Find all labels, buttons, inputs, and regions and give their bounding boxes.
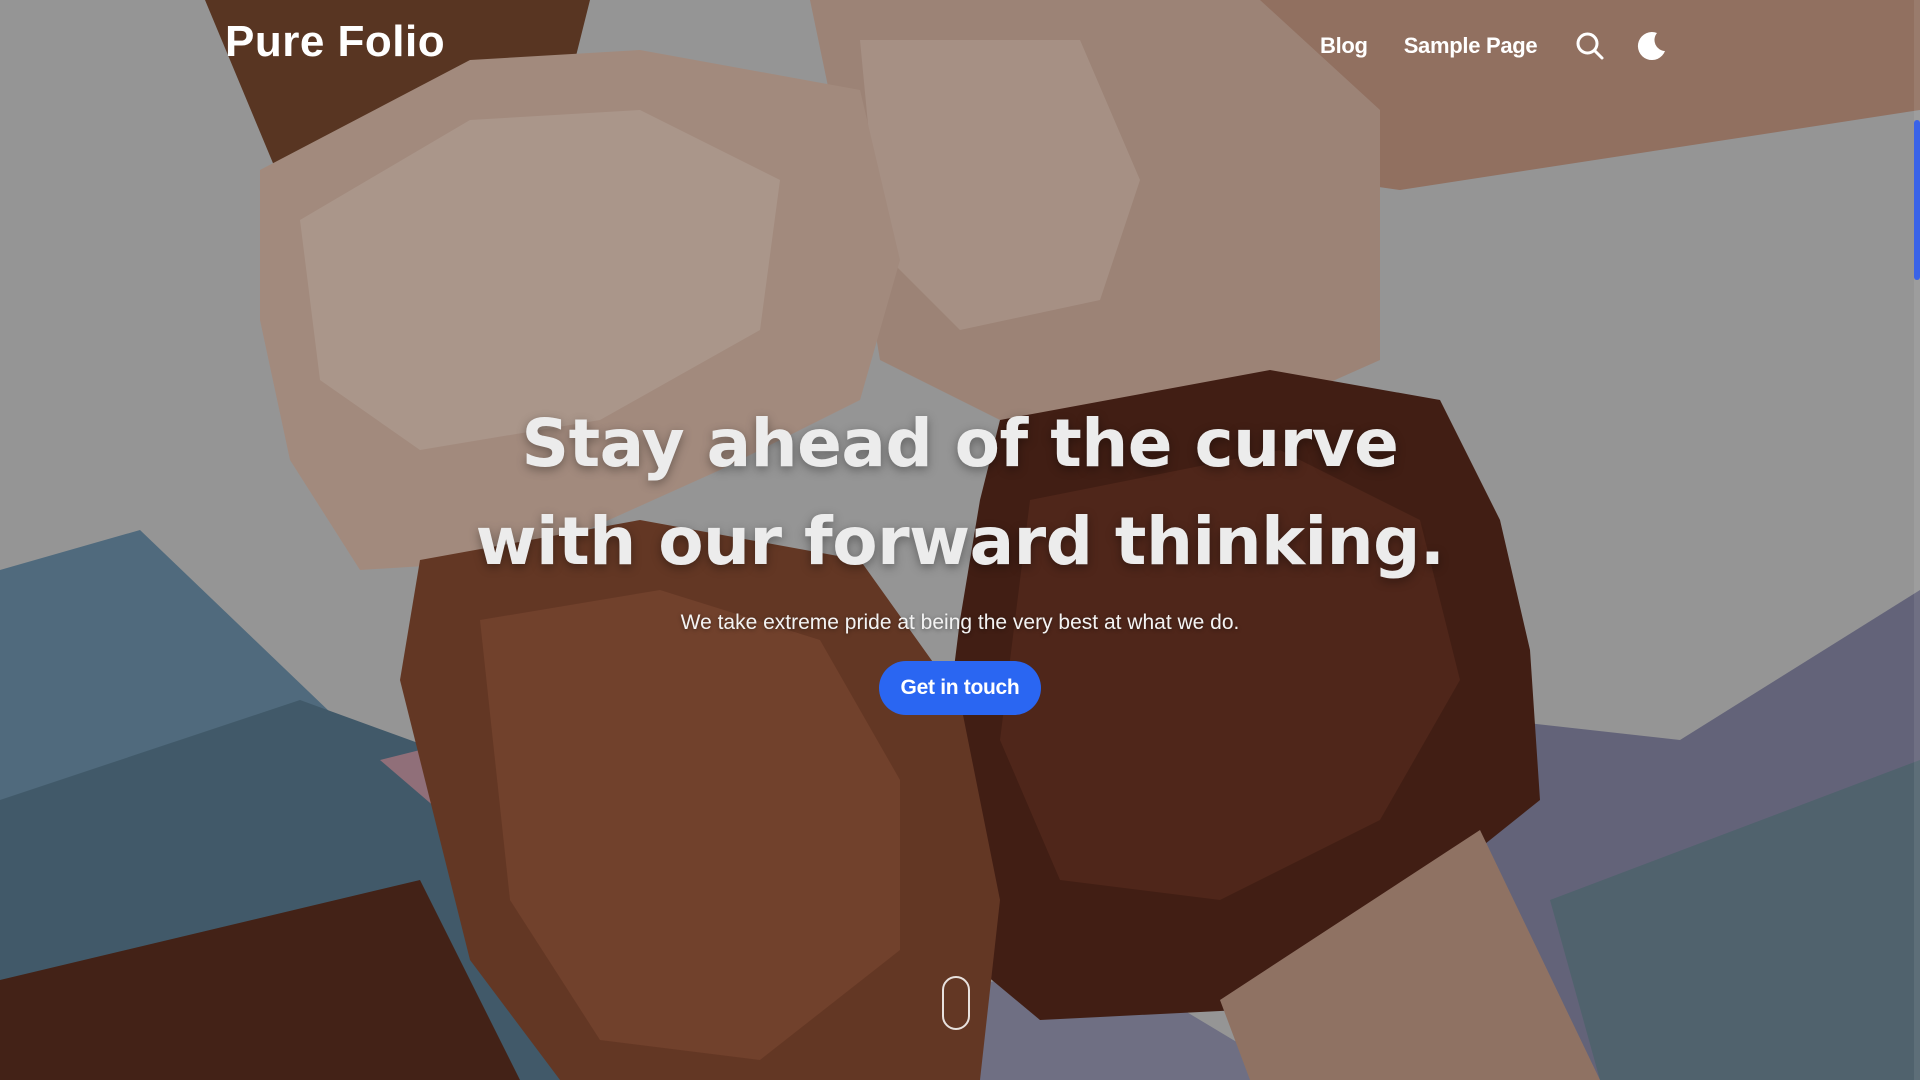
scrollbar-thumb[interactable]	[1914, 120, 1920, 280]
scroll-down-indicator[interactable]	[942, 976, 970, 1030]
site-logo[interactable]: Pure Folio	[225, 17, 445, 67]
hero-section: Stay ahead of the curve with our forward…	[0, 395, 1920, 715]
site-header: Pure Folio Blog Sample Page	[0, 0, 1920, 90]
hero-title: Stay ahead of the curve with our forward…	[410, 395, 1510, 591]
nav-item-blog[interactable]: Blog	[1320, 33, 1368, 59]
scrollbar-track[interactable]	[1914, 0, 1920, 1080]
page: Pure Folio Blog Sample Page Stay ahead o…	[0, 0, 1920, 1080]
primary-nav: Blog Sample Page	[1320, 28, 1669, 64]
hero-title-line-1: Stay ahead of the curve	[521, 405, 1399, 482]
get-in-touch-button[interactable]: Get in touch	[878, 661, 1042, 715]
hero-title-line-2: with our forward thinking.	[475, 503, 1445, 580]
hero-subtitle: We take extreme pride at being the very …	[680, 611, 1240, 634]
moon-icon[interactable]	[1635, 29, 1669, 63]
search-icon[interactable]	[1573, 29, 1607, 63]
nav-item-sample-page[interactable]: Sample Page	[1404, 33, 1538, 59]
